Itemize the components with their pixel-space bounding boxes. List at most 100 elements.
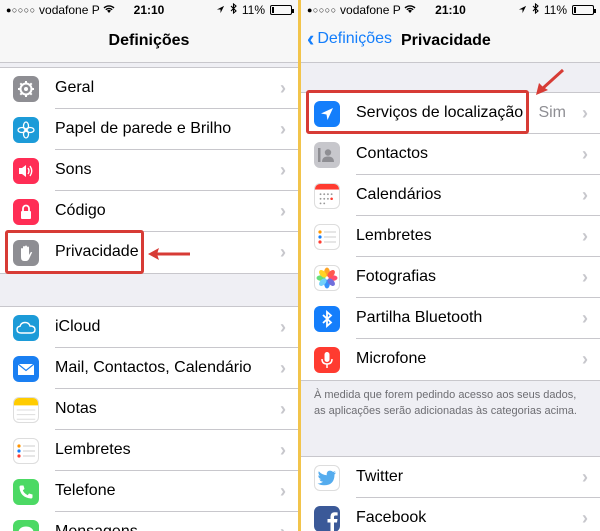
chevron-right-icon: › (280, 160, 286, 180)
facebook-icon (314, 506, 340, 531)
privacy-row-reminders[interactable]: Lembretes › (301, 216, 600, 257)
page-title: Privacidade (401, 32, 491, 49)
privacy-row-microphone[interactable]: Microfone › (301, 339, 600, 380)
location-highlight-box (306, 90, 529, 134)
privacy-footer-note: À medida que forem pedindo acesso aos se… (314, 389, 577, 417)
chevron-right-icon: › (280, 440, 286, 460)
battery-level (574, 7, 576, 13)
battery-icon (572, 5, 596, 15)
status-bar: ●○○○○ vodafone P 21:10 11% (0, 0, 298, 20)
row-label: Partilha Bluetooth (356, 309, 483, 326)
message-icon (13, 520, 39, 531)
settings-row-icloud[interactable]: iCloud › (0, 307, 298, 348)
chevron-right-icon: › (582, 308, 588, 328)
settings-row-mail[interactable]: Mail, Contactos, Calendário › (0, 348, 298, 389)
row-label: Mensagens (55, 523, 138, 531)
row-detail-value: Sim (538, 104, 566, 121)
lock-icon (13, 199, 39, 225)
chevron-right-icon: › (582, 185, 588, 205)
chevron-right-icon: › (280, 242, 286, 262)
page-title: Definições (108, 32, 190, 49)
speaker-icon (13, 158, 39, 184)
calendar-icon (314, 183, 340, 209)
privacy-group-social: Twitter › Facebook › (301, 456, 600, 531)
photos-icon (314, 265, 340, 291)
list-icon (314, 224, 340, 250)
back-button[interactable]: ‹ Definições (307, 26, 393, 51)
list-icon (13, 438, 39, 464)
chevron-right-icon: › (280, 522, 286, 531)
flower-icon (13, 117, 39, 143)
red-arrow-down-left-icon (536, 68, 565, 95)
settings-row-phone[interactable]: Telefone › (0, 471, 298, 512)
gear-icon (13, 76, 39, 102)
privacy-row-bluetooth[interactable]: Partilha Bluetooth › (301, 298, 600, 339)
location-status-icon (216, 3, 225, 17)
navigation-bar: ‹ Definições Privacidade (301, 20, 600, 63)
chevron-right-icon: › (280, 358, 286, 378)
cloud-icon (13, 315, 39, 341)
battery-icon (270, 5, 294, 15)
privacy-row-contacts[interactable]: Contactos › (301, 134, 600, 175)
settings-row-messages[interactable]: Mensagens › (0, 512, 298, 531)
row-label: iCloud (55, 318, 101, 335)
chevron-right-icon: › (582, 103, 588, 123)
battery-percent: 11% (241, 3, 265, 17)
privacy-panel: ●○○○○ vodafone P 21:10 11% ‹ Definições … (301, 0, 600, 531)
privacy-highlight-box (5, 230, 144, 274)
bluetooth-status-icon (532, 2, 539, 17)
row-label: Mail, Contactos, Calendário (55, 359, 252, 376)
navigation-bar: Definições (0, 20, 298, 63)
row-label: Contactos (356, 145, 429, 162)
privacy-row-calendars[interactable]: Calendários › (301, 175, 600, 216)
phone-icon (13, 479, 39, 505)
row-label: Lembretes (55, 441, 131, 458)
row-label: Geral (55, 79, 95, 96)
settings-row-wallpaper[interactable]: Papel de parede e Brilho › (0, 109, 298, 150)
bluetooth-status-icon (230, 2, 237, 17)
row-label: Sons (55, 161, 92, 178)
row-label: Telefone (55, 482, 116, 499)
row-label: Twitter (356, 468, 404, 485)
chevron-right-icon: › (582, 226, 588, 246)
row-label: Lembretes (356, 227, 432, 244)
battery-percent: 11% (543, 3, 567, 17)
settings-row-notes[interactable]: Notas › (0, 389, 298, 430)
status-bar: ●○○○○ vodafone P 21:10 11% (301, 0, 600, 20)
row-label: Fotografias (356, 268, 437, 285)
row-label: Notas (55, 400, 97, 417)
privacy-row-photos[interactable]: Fotografias › (301, 257, 600, 298)
chevron-right-icon: › (582, 508, 588, 528)
microphone-icon (314, 347, 340, 373)
location-status-icon (518, 3, 527, 17)
privacy-row-twitter[interactable]: Twitter › (301, 457, 600, 498)
envelope-icon (13, 356, 39, 382)
contacts-icon (314, 142, 340, 168)
settings-group-accounts: iCloud › Mail, Contactos, Calendário › N… (0, 306, 298, 531)
row-label: Calendários (356, 186, 442, 203)
row-label: Código (55, 202, 106, 219)
settings-row-geral[interactable]: Geral › (0, 68, 298, 109)
twitter-icon (314, 465, 340, 491)
notes-icon (13, 397, 39, 423)
chevron-right-icon: › (582, 467, 588, 487)
privacy-group-services: Serviços de localização Sim › Contactos … (301, 92, 600, 381)
chevron-right-icon: › (280, 481, 286, 501)
back-label: Definições (317, 30, 393, 47)
row-label: Facebook (356, 509, 427, 526)
row-label: Microfone (356, 350, 427, 367)
chevron-right-icon: › (280, 317, 286, 337)
settings-row-reminders[interactable]: Lembretes › (0, 430, 298, 471)
chevron-right-icon: › (280, 119, 286, 139)
settings-row-passcode[interactable]: Código › (0, 191, 298, 232)
chevron-right-icon: › (280, 399, 286, 419)
chevron-right-icon: › (280, 201, 286, 221)
battery-level (272, 7, 274, 13)
chevron-left-icon: ‹ (307, 26, 315, 51)
settings-row-sounds[interactable]: Sons › (0, 150, 298, 191)
privacy-row-facebook[interactable]: Facebook › (301, 498, 600, 531)
chevron-right-icon: › (582, 349, 588, 369)
settings-panel: ●○○○○ vodafone P 21:10 11% Definições Ge… (0, 0, 298, 531)
chevron-right-icon: › (582, 144, 588, 164)
red-arrow-left-icon (148, 248, 190, 260)
